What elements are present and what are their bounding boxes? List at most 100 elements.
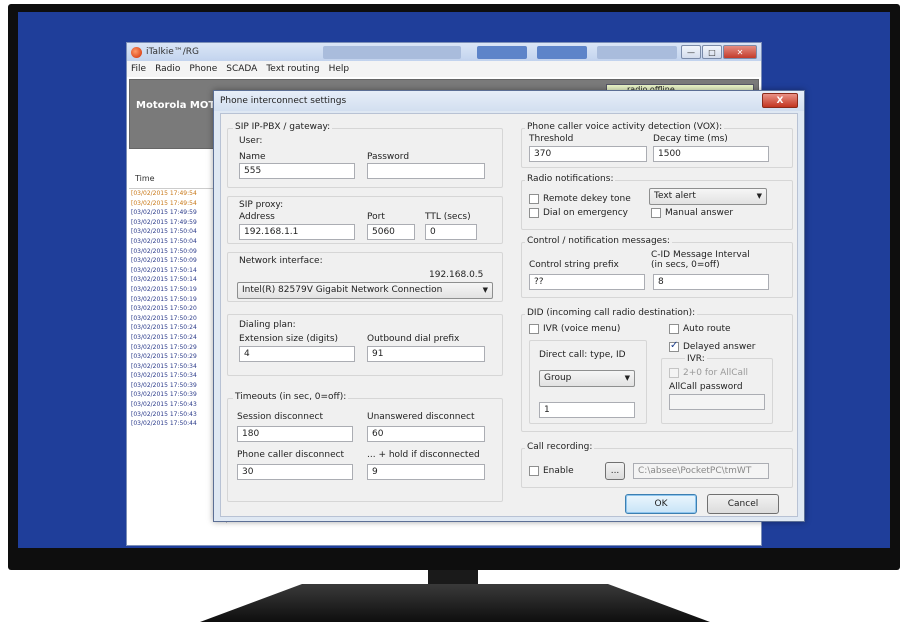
call-recording-label: Call recording: [525,442,595,452]
checkbox-icon [669,324,679,334]
network-adapter-select[interactable]: Intel(R) 82579V Gigabit Network Connecti… [237,282,493,299]
extension-size-label: Extension size (digits) [239,334,339,344]
menu-radio[interactable]: Radio [155,64,180,74]
name-field[interactable]: 555 [239,163,355,179]
log-row[interactable]: [03/02/2015 17:50:24 [129,333,226,343]
menu-phone[interactable]: Phone [189,64,217,74]
alert-type-select[interactable]: Text alert ▼ [649,188,767,205]
log-column-time: Time [129,167,226,189]
hold-disconnect-field[interactable]: 9 [367,464,485,480]
log-row[interactable]: [03/02/2015 17:50:39 [129,390,226,400]
port-label: Port [367,212,385,222]
unanswered-disconnect-label: Unanswered disconnect [367,412,475,422]
auto-route-checkbox[interactable]: Auto route [669,324,731,334]
log-row[interactable]: [03/02/2015 17:49:59 [129,208,226,218]
recording-enable-checkbox[interactable]: Enable [529,466,574,476]
alert-type-value: Text alert [654,191,696,201]
vox-label: Phone caller voice activity detection (V… [525,122,725,132]
log-row[interactable]: [03/02/2015 17:50:29 [129,352,226,362]
cancel-button[interactable]: Cancel [707,494,779,514]
dial-emergency-checkbox[interactable]: Dial on emergency [529,208,628,218]
log-row[interactable]: [03/02/2015 17:50:04 [129,227,226,237]
log-row[interactable]: [03/02/2015 17:50:19 [129,285,226,295]
log-row[interactable]: [03/02/2015 17:50:29 [129,343,226,353]
log-row[interactable]: [03/02/2015 17:50:09 [129,256,226,266]
cid-interval-label: C-ID Message Interval [651,250,750,260]
menu-text-routing[interactable]: Text routing [266,64,319,74]
call-type-select[interactable]: Group ▼ [539,370,635,387]
ok-button[interactable]: OK [625,494,697,514]
menu-scada[interactable]: SCADA [226,64,257,74]
chevron-down-icon: ▼ [756,192,762,200]
allcall-password-field[interactable] [669,394,765,410]
caller-disconnect-label: Phone caller disconnect [237,450,345,460]
checkbox-icon [669,368,679,378]
caller-disconnect-field[interactable]: 30 [237,464,353,480]
monitor-stand [200,584,710,622]
menu-help[interactable]: Help [329,64,350,74]
minimize-icon[interactable]: — [681,45,701,59]
manual-answer-checkbox[interactable]: Manual answer [651,208,733,218]
log-row[interactable]: [03/02/2015 17:50:34 [129,362,226,372]
decay-time-field[interactable]: 1500 [653,146,769,162]
allcall-checkbox[interactable]: 2+0 for AllCall [669,368,748,378]
session-disconnect-field[interactable]: 180 [237,426,353,442]
recording-path-field[interactable]: C:\absee\PocketPC\tmWT [633,463,769,479]
blurred-tab [597,46,677,59]
log-row[interactable]: [03/02/2015 17:50:44 [129,419,226,429]
hold-disconnect-label: ... + hold if disconnected [367,450,480,460]
log-row[interactable]: [03/02/2015 17:49:59 [129,218,226,228]
log-row[interactable]: [03/02/2015 17:50:19 [129,295,226,305]
radio-notifications-label: Radio notifications: [525,174,616,184]
outbound-prefix-label: Outbound dial prefix [367,334,460,344]
unanswered-disconnect-field[interactable]: 60 [367,426,485,442]
close-icon[interactable]: X [762,93,798,108]
address-field[interactable]: 192.168.1.1 [239,224,355,240]
log-row[interactable]: [03/02/2015 17:50:34 [129,371,226,381]
outbound-prefix-field[interactable]: 91 [367,346,485,362]
did-label: DID (incoming call radio destination): [525,308,698,318]
port-field[interactable]: 5060 [367,224,415,240]
cid-interval-sublabel: (in secs, 0=off) [651,260,720,270]
sip-gateway-label: SIP IP-PBX / gateway: [233,122,333,132]
control-prefix-field[interactable]: ?? [529,274,645,290]
network-ip-label: 192.168.0.5 [429,270,484,280]
call-id-field[interactable]: 1 [539,402,635,418]
app-title: iTalkie™/RG [146,47,200,57]
remote-dekey-checkbox[interactable]: Remote dekey tone [529,194,631,204]
log-row[interactable]: [03/02/2015 17:50:39 [129,381,226,391]
dialog-title: Phone interconnect settings [220,96,347,106]
log-row[interactable]: [03/02/2015 17:50:14 [129,275,226,285]
decay-time-label: Decay time (ms) [653,134,728,144]
delayed-answer-checkbox[interactable]: Delayed answer [669,340,756,352]
log-row[interactable]: [03/02/2015 17:49:54 [129,199,226,209]
log-row[interactable]: [03/02/2015 17:50:09 [129,247,226,257]
menu-file[interactable]: File [131,64,146,74]
manual-answer-label: Manual answer [665,208,734,218]
app-titlebar: iTalkie™/RG — □ ✕ [127,43,761,61]
log-row[interactable]: [03/02/2015 17:50:04 [129,237,226,247]
password-field[interactable] [367,163,485,179]
maximize-icon[interactable]: □ [702,45,722,59]
log-row[interactable]: [03/02/2015 17:50:43 [129,400,226,410]
remote-dekey-label: Remote dekey tone [543,194,631,204]
checkbox-icon [529,194,539,204]
threshold-field[interactable]: 370 [529,146,647,162]
window-controls: — □ ✕ [681,45,757,59]
blurred-tab [323,46,461,59]
log-row[interactable]: [03/02/2015 17:50:14 [129,266,226,276]
extension-size-field[interactable]: 4 [239,346,355,362]
ttl-field[interactable]: 0 [425,224,477,240]
log-row[interactable]: [03/02/2015 17:50:20 [129,304,226,314]
browse-button[interactable]: ... [605,462,625,480]
log-row[interactable]: [03/02/2015 17:49:54 [129,189,226,199]
close-icon[interactable]: ✕ [723,45,757,59]
log-row[interactable]: [03/02/2015 17:50:20 [129,314,226,324]
allcall-label: 2+0 for AllCall [683,368,749,378]
log-row[interactable]: [03/02/2015 17:50:24 [129,323,226,333]
log-row[interactable]: [03/02/2015 17:50:43 [129,410,226,420]
address-label: Address [239,212,275,222]
delayed-answer-label: Delayed answer [683,342,756,352]
ivr-checkbox[interactable]: IVR (voice menu) [529,324,620,334]
cid-interval-field[interactable]: 8 [653,274,769,290]
